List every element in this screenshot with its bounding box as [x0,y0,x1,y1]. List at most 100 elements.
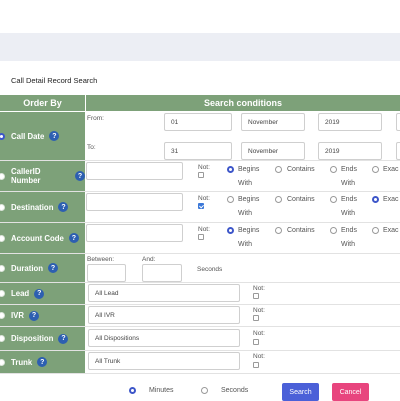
seconds-label: Seconds [197,266,223,273]
order-by-trunk[interactable]: Trunk ? [0,351,85,373]
callerid-contains-radio[interactable] [275,166,282,173]
lead-select[interactable]: All Lead [88,284,240,302]
to-time-input[interactable] [396,142,400,160]
help-icon[interactable]: ? [75,171,85,181]
row-label: Trunk [11,357,33,367]
destination-ends-radio[interactable] [330,196,337,203]
to-year-input[interactable]: 2019 [318,142,382,160]
from-month-input[interactable]: November [241,113,305,131]
order-by-disposition[interactable]: Disposition ? [0,327,85,350]
option-label: With [341,241,355,248]
account-code-contains-radio[interactable] [275,227,282,234]
option-label: Exac [383,227,399,234]
from-year-input[interactable]: 2019 [318,113,382,131]
row-divider [0,191,400,192]
option-label: With [341,210,355,217]
row-divider [0,304,400,305]
lead-not-checkbox[interactable] [253,293,259,299]
row-divider [0,373,400,374]
account-code-input[interactable] [86,224,183,242]
account-code-ends-radio[interactable] [330,227,337,234]
help-icon[interactable]: ? [29,310,39,321]
help-icon[interactable]: ? [58,202,69,212]
option-label: Begins [238,227,260,234]
option-label: With [238,241,252,248]
help-icon[interactable]: ? [68,233,79,243]
search-conditions-header: Search conditions [86,95,400,111]
help-icon[interactable]: ? [34,288,45,299]
order-by-header: Order By [0,95,85,111]
order-by-radio[interactable] [0,290,5,297]
disposition-select[interactable]: All Dispositions [88,329,240,347]
ivr-not-checkbox[interactable] [253,315,259,321]
row-label: Duration [11,263,44,273]
option-label: With [238,210,252,217]
destination-exact-radio[interactable] [372,196,379,203]
duration-min-input[interactable] [87,264,126,282]
page-title: Call Detail Record Search [11,76,98,85]
from-day-input[interactable]: 01 [164,113,232,131]
destination-not-checkbox[interactable] [198,203,204,209]
minutes-radio[interactable] [129,387,136,394]
not-label: Not: [253,330,265,337]
top-bar [0,0,400,33]
option-label: With [341,180,355,187]
order-by-destination[interactable]: Destination ? [0,192,85,222]
row-label: IVR [11,311,24,320]
callerid-begins-radio[interactable] [227,166,234,173]
order-by-radio[interactable] [0,172,5,180]
help-icon[interactable]: ? [48,263,59,273]
account-code-begins-radio[interactable] [227,227,234,234]
order-by-radio[interactable] [0,312,5,319]
order-by-duration[interactable]: Duration ? [0,254,85,282]
account-code-not-checkbox[interactable] [198,234,204,240]
help-icon[interactable]: ? [37,357,48,367]
from-time-input[interactable] [396,113,400,131]
disposition-not-checkbox[interactable] [253,339,259,345]
option-label: Ends [341,227,357,234]
cancel-button[interactable]: Cancel [332,383,369,401]
order-by-radio[interactable] [0,358,5,366]
order-by-account-code[interactable]: Account Code ? [0,223,85,253]
help-icon[interactable]: ? [49,131,60,141]
row-divider [0,326,400,327]
from-label: From: [87,115,104,122]
option-label: Begins [238,196,260,203]
not-label: Not: [198,164,210,171]
help-icon[interactable]: ? [58,333,69,344]
minutes-label: Minutes [149,387,174,394]
not-label: Not: [253,353,265,360]
to-day-input[interactable]: 31 [164,142,232,160]
seconds-option-label: Seconds [221,387,249,394]
to-month-input[interactable]: November [241,142,305,160]
trunk-not-checkbox[interactable] [253,362,259,368]
destination-input[interactable] [86,193,183,211]
callerid-exact-radio[interactable] [372,166,379,173]
seconds-radio[interactable] [201,387,208,394]
trunk-select[interactable]: All Trunk [88,352,240,370]
order-by-ivr[interactable]: IVR ? [0,305,85,326]
order-by-call-date[interactable]: Call Date ? [0,112,85,160]
destination-contains-radio[interactable] [275,196,282,203]
order-by-radio[interactable] [0,335,5,342]
callerid-not-checkbox[interactable] [198,172,204,178]
search-button[interactable]: Search [282,383,319,401]
option-label: Begins [238,166,260,173]
option-label: Contains [287,227,315,234]
option-label: Exac [383,196,399,203]
row-divider [0,222,400,223]
order-by-radio[interactable] [0,264,5,272]
ivr-select[interactable]: All IVR [88,306,240,324]
destination-begins-radio[interactable] [227,196,234,203]
duration-max-input[interactable] [142,264,182,282]
account-code-exact-radio[interactable] [372,227,379,234]
order-by-radio[interactable] [0,234,5,242]
order-by-radio[interactable] [0,132,5,140]
order-by-lead[interactable]: Lead ? [0,283,85,304]
callerid-input[interactable] [86,162,183,180]
order-by-radio[interactable] [0,203,5,211]
callerid-ends-radio[interactable] [330,166,337,173]
order-by-callerid[interactable]: CallerID Number ? [0,161,85,191]
between-label: Between: [87,256,115,263]
option-label: Contains [287,196,315,203]
